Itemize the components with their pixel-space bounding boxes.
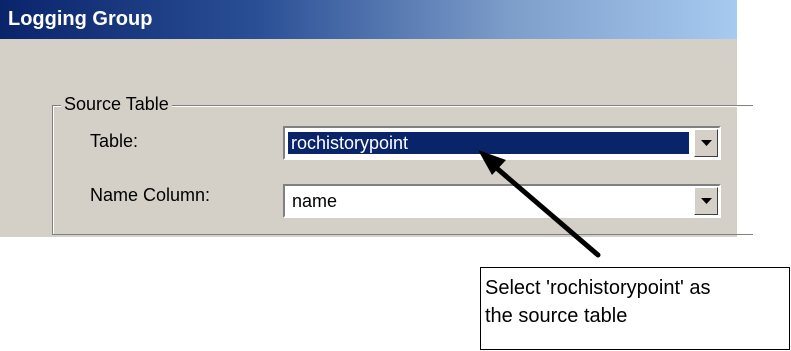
callout-box: Select 'rochistorypoint' as the source t… [480,267,790,350]
screenshot-stage: Logging Group Source Table Table: rochis… [0,0,791,351]
callout-line-2: the source table [485,305,628,327]
callout-line-1: Select 'rochistorypoint' as [485,277,711,299]
callout-text: Select 'rochistorypoint' as the source t… [485,274,711,330]
